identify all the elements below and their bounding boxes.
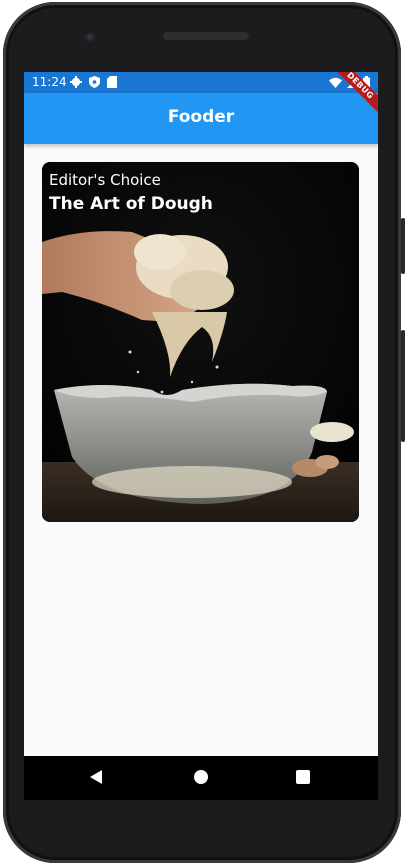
earpiece-speaker	[163, 32, 249, 40]
wifi-icon	[329, 77, 342, 88]
card-title: The Art of Dough	[49, 194, 213, 214]
dough-photo	[42, 162, 359, 522]
gear-icon	[70, 76, 82, 88]
app-title: Fooder	[167, 107, 235, 127]
shield-icon	[89, 76, 100, 88]
volume-button	[401, 330, 405, 442]
power-button	[401, 218, 405, 274]
featured-recipe-card[interactable]: Editor's Choice The Art of Dough	[42, 162, 359, 522]
card-eyebrow: Editor's Choice	[49, 171, 161, 189]
recents-icon[interactable]	[296, 770, 310, 784]
screen: 11:24 Fooder DEBUG Editor's Choice The A…	[24, 72, 378, 800]
sd-card-icon	[107, 76, 117, 88]
app-bar: Fooder	[24, 93, 378, 144]
front-camera	[85, 32, 95, 42]
status-time: 11:24	[32, 75, 67, 89]
home-icon[interactable]	[194, 770, 208, 784]
system-nav-bar	[24, 756, 378, 800]
status-bar: 11:24	[24, 72, 378, 93]
back-icon[interactable]	[90, 770, 102, 784]
